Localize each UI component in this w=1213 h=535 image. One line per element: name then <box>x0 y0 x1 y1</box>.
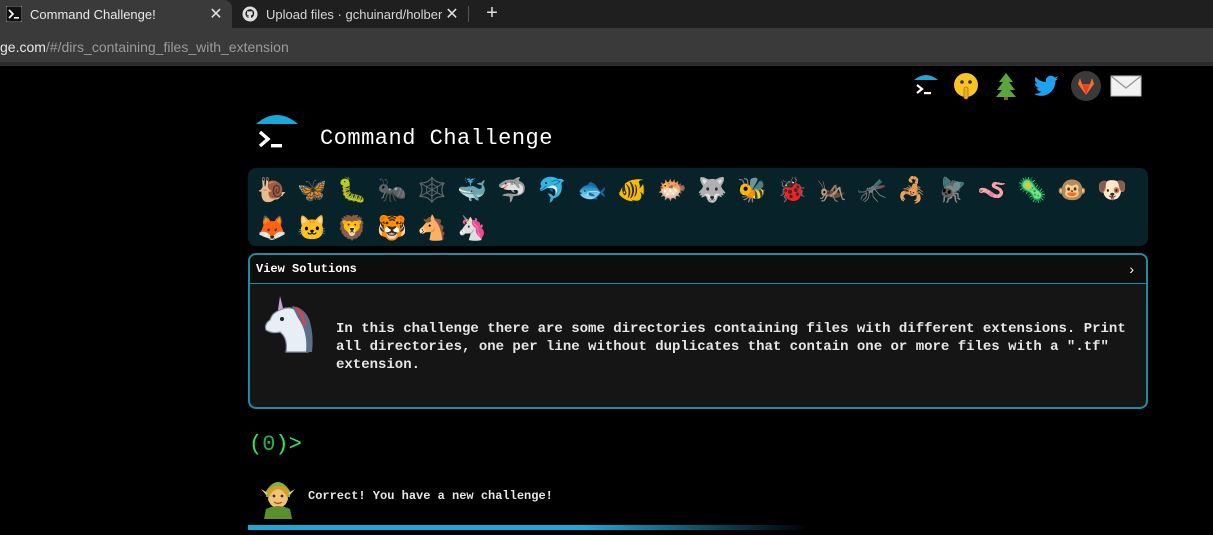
terminal-icon[interactable] <box>910 70 942 102</box>
animal-challenge-icon[interactable]: 🐺 <box>692 172 732 210</box>
browser-toolbar-border <box>0 62 1213 66</box>
close-icon[interactable]: ✕ <box>206 4 226 24</box>
url-field[interactable]: ge.com/#/dirs_containing_files_with_exte… <box>0 39 289 55</box>
animal-challenge-icon[interactable]: 🐞 <box>772 172 812 210</box>
challenge-progress-strip: 🐌 🦋 🐛 🐜 🕸️ 🐳 🦈 🐬 🐟 🐠 🐡 🐺 🐝 🐞 🦗 🦟 🦂 🪰 🪱 🦠 🐵 🐶 🦊 🐱 🦁 🐯 🐴 🦄 <box>248 168 1148 246</box>
progress-bar <box>248 525 808 530</box>
prompt-count: 0 <box>262 432 276 457</box>
address-bar[interactable]: ge.com/#/dirs_containing_files_with_exte… <box>0 28 1213 62</box>
prompt-close: )> <box>275 432 302 457</box>
url-path: /#/dirs_containing_files_with_extension <box>45 39 289 55</box>
tab-title: Command Challenge! <box>30 6 156 22</box>
animal-challenge-icon[interactable]: 🐜 <box>372 172 412 210</box>
shell-prompt[interactable]: (0)> <box>249 432 302 457</box>
animal-challenge-icon[interactable]: 🐡 <box>652 172 692 210</box>
animal-challenge-icon[interactable]: 🐟 <box>572 172 612 210</box>
tab-title: Upload files · gchuinard/holberton <box>266 6 442 22</box>
animal-challenge-icon[interactable]: 🦋 <box>292 172 332 210</box>
animal-challenge-icon[interactable]: 🐴 <box>412 210 452 248</box>
tab-upload-files[interactable]: Upload files · gchuinard/holberton ✕ <box>236 0 468 28</box>
page-title: Command Challenge <box>320 126 553 151</box>
mail-icon[interactable] <box>1110 70 1142 102</box>
url-host: ge.com <box>0 39 46 55</box>
animal-challenge-icon[interactable]: 🐶 <box>1092 172 1132 210</box>
tab-command-challenge[interactable]: Command Challenge! ✕ <box>0 0 232 28</box>
terminal-icon <box>6 6 22 22</box>
animal-challenge-icon[interactable]: 🐱 <box>292 210 332 248</box>
unicorn-icon <box>264 296 313 353</box>
prompt-open: ( <box>249 432 263 457</box>
elf-icon <box>261 482 295 519</box>
animal-row: 🦊 🐱 🦁 🐯 🐴 🦄 <box>252 210 1144 248</box>
animal-challenge-icon[interactable]: 🐝 <box>732 172 772 210</box>
animal-challenge-icon[interactable]: 🕸️ <box>412 172 452 210</box>
chevron-right-icon: › <box>1129 261 1134 277</box>
new-tab-button[interactable]: + <box>480 2 504 26</box>
animal-challenge-icon[interactable]: 🦄 <box>452 210 492 248</box>
browser-tabbar: Command Challenge! ✕ Upload files · gchu… <box>0 0 1213 28</box>
view-solutions-toggle[interactable]: View Solutions › <box>250 255 1146 284</box>
tab-divider <box>468 6 469 22</box>
challenge-description: In this challenge there are some directo… <box>336 321 1126 373</box>
challenge-body: In this challenge there are some directo… <box>250 284 1146 407</box>
tree-icon[interactable] <box>990 70 1022 102</box>
animal-challenge-icon[interactable]: 🐳 <box>452 172 492 210</box>
animal-challenge-icon[interactable]: 🐵 <box>1052 172 1092 210</box>
animal-challenge-icon[interactable]: 🐯 <box>372 210 412 248</box>
animal-challenge-icon[interactable]: 🪱 <box>972 172 1012 210</box>
terminal-umbrella-logo[interactable] <box>254 112 300 158</box>
close-icon[interactable]: ✕ <box>442 4 462 24</box>
animal-challenge-icon[interactable]: 🐬 <box>532 172 572 210</box>
animal-challenge-icon[interactable]: 🦊 <box>252 210 292 248</box>
animal-challenge-icon[interactable]: 🐛 <box>332 172 372 210</box>
shushing-face-icon[interactable] <box>950 70 982 102</box>
twitter-icon[interactable] <box>1030 70 1062 102</box>
animal-challenge-icon[interactable]: 🪰 <box>932 172 972 210</box>
gitlab-icon[interactable] <box>1070 70 1102 102</box>
animal-challenge-icon[interactable]: 🦟 <box>852 172 892 210</box>
view-solutions-label: View Solutions <box>256 262 357 276</box>
challenge-panel: View Solutions › In this challenge there… <box>248 253 1148 409</box>
animal-challenge-icon[interactable]: 🦈 <box>492 172 532 210</box>
animal-row: 🐌 🦋 🐛 🐜 🕸️ 🐳 🦈 🐬 🐟 🐠 🐡 🐺 🐝 🐞 🦗 🦟 🦂 🪰 🪱 🦠 🐵 🐶 <box>252 172 1144 210</box>
social-links <box>910 70 1142 102</box>
github-icon <box>242 6 258 22</box>
animal-challenge-icon[interactable]: 🦂 <box>892 172 932 210</box>
animal-challenge-icon[interactable]: 🦗 <box>812 172 852 210</box>
animal-challenge-icon[interactable]: 🦠 <box>1012 172 1052 210</box>
animal-challenge-icon[interactable]: 🐠 <box>612 172 652 210</box>
feedback-message: Correct! You have a new challenge! <box>308 489 553 503</box>
animal-challenge-icon[interactable]: 🐌 <box>252 172 292 210</box>
animal-challenge-icon[interactable]: 🦁 <box>332 210 372 248</box>
